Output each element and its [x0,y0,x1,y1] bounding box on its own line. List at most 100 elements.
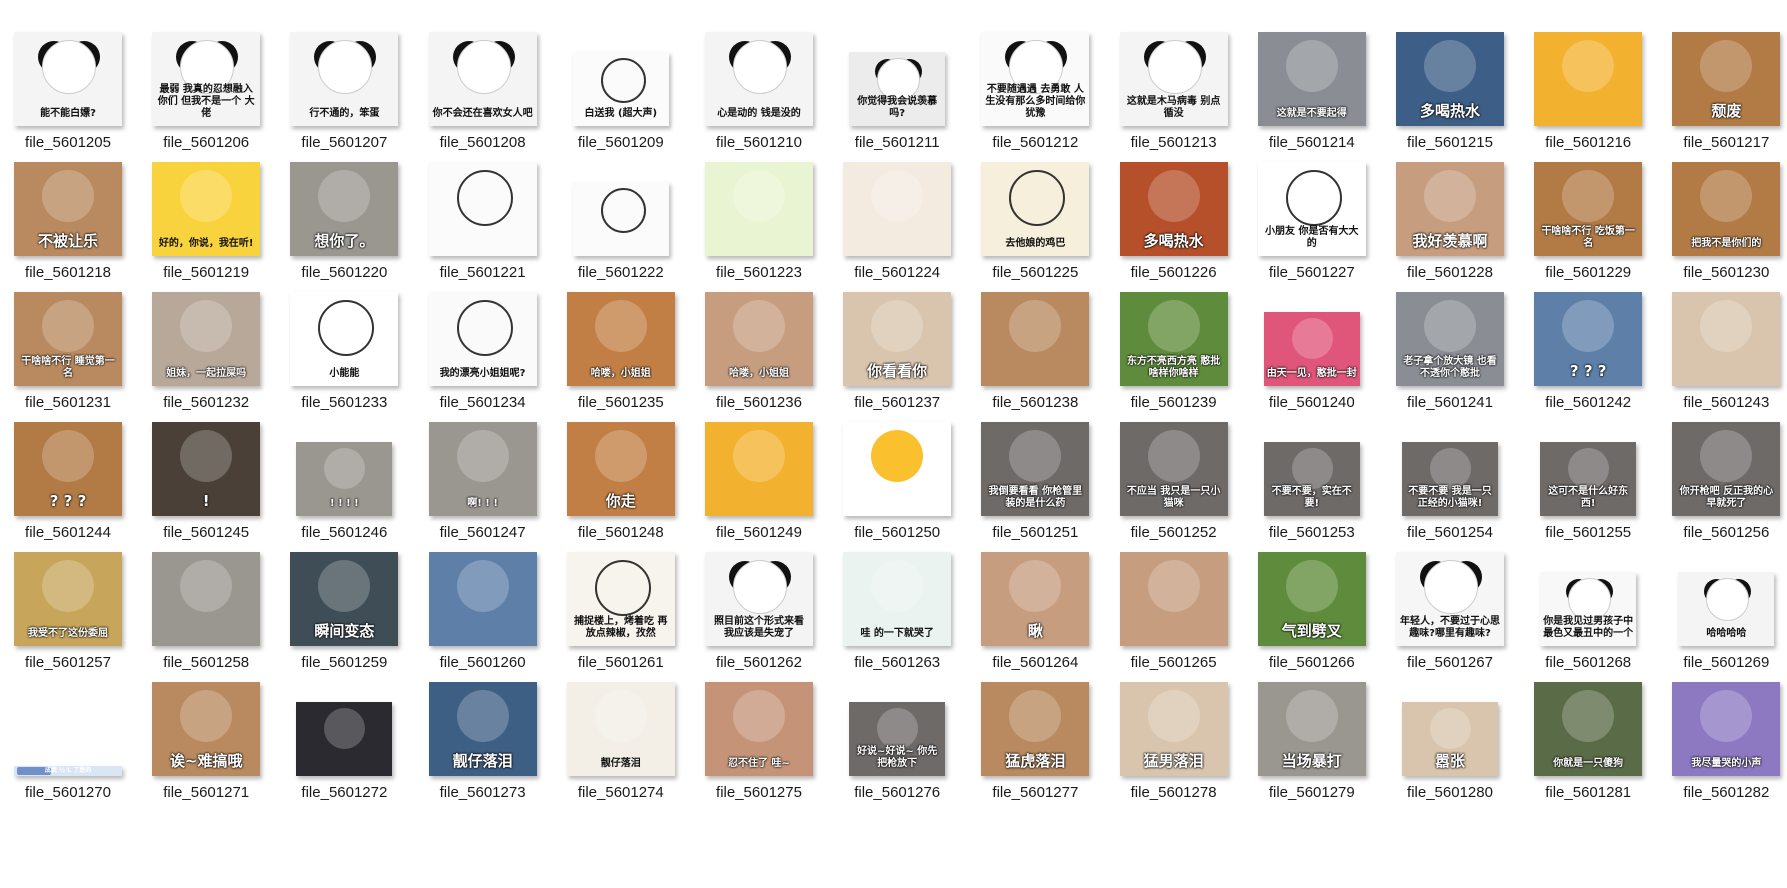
file-thumbnail: 想你了。 [290,162,399,256]
file-thumbnail: 你开枪吧 反正我的心早就死了 [1672,422,1781,516]
file-thumbnail: 照目前这个形式来看 我应该是失宠了 [705,552,813,646]
file-item[interactable]: 多喝热水 file_5601226 [1106,140,1242,285]
file-item[interactable]: 行不通的，笨蛋 file_5601207 [276,10,412,155]
file-item[interactable]: file_5601249 [691,400,827,545]
file-item[interactable]: 东方不亮西方亮 憨批啥样你啥样 file_5601239 [1106,270,1242,415]
file-item[interactable]: 你觉得我会说羡慕吗? file_5601211 [829,10,965,155]
thumbnail-caption: ? ? ? [49,492,87,510]
file-item[interactable]: file_5601272 [276,660,412,805]
file-item[interactable]: file_5601243 [1658,270,1787,415]
file-item[interactable]: 我尽量哭的小声 file_5601282 [1658,660,1787,805]
file-item[interactable]: 不要不要，实在不要! file_5601253 [1244,400,1380,545]
file-item[interactable]: 能不能白嫖? file_5601205 [0,10,136,155]
file-item[interactable]: 多喝热水 file_5601215 [1382,10,1518,155]
file-item[interactable]: 诶~难搞哦 file_5601271 [138,660,274,805]
file-item[interactable]: 去他娘的鸡巴 file_5601225 [967,140,1103,285]
thumbnail-figure [456,300,513,356]
file-item[interactable]: 姐妹，一起拉屎吗 file_5601232 [138,270,274,415]
file-item[interactable]: 不被让乐 file_5601218 [0,140,136,285]
file-item[interactable]: 这可不是什么好东西! file_5601255 [1520,400,1656,545]
file-item[interactable]: 想你了。 file_5601220 [276,140,412,285]
thumbnail-caption: 心是动的 钱是没的 [717,108,801,119]
file-item[interactable]: 小能能 file_5601233 [276,270,412,415]
file-item[interactable]: 年轻人，不要过于心思 趣味?哪里有趣味? file_5601267 [1382,530,1518,675]
file-item[interactable]: 当场暴打 file_5601279 [1244,660,1380,805]
thumbnail-frame: 你开枪吧 反正我的心早就死了 [1658,400,1787,518]
thumbnail-frame: ? ? ? [1520,270,1656,388]
thumbnail-caption: 成我 ½ L 了是的 [44,767,92,774]
file-name-label: file_5601277 [992,784,1079,801]
thumbnail-caption: 当场暴打 [1281,752,1342,770]
file-item[interactable]: 最弱 我真的忍想融入你们 但我不是一个 大佬 file_5601206 [138,10,274,155]
file-item[interactable]: 这就是木马病毒 别点循没 file_5601213 [1106,10,1242,155]
file-item[interactable]: 你走 file_5601248 [553,400,689,545]
file-item[interactable]: file_5601258 [138,530,274,675]
file-item[interactable]: 忍不住了 哇~ file_5601275 [691,660,827,805]
file-item[interactable]: 由天一见，憨批一封 file_5601240 [1244,270,1380,415]
thumbnail-frame: 我受不了这份委屈 [0,530,136,648]
thumbnail-frame: 不要随遇遇 去勇敢 人生没有那么多时间给你犹豫 [967,10,1103,128]
file-thumbnail: 啊! ! ! [428,422,537,516]
file-item[interactable]: ? ? ? file_5601242 [1520,270,1656,415]
file-item[interactable]: file_5601222 [553,140,689,285]
file-item[interactable]: 猛男落泪 file_5601278 [1106,660,1242,805]
file-item[interactable]: 颓废 file_5601217 [1658,10,1787,155]
file-item[interactable]: file_5601238 [967,270,1103,415]
thumbnail-frame: 白送我 (超大声) [553,10,689,128]
file-item[interactable]: 捕捉楼上，烤着吃 再放点辣椒，孜然 file_5601261 [553,530,689,675]
file-item[interactable]: 哈喽，小姐姐 file_5601236 [691,270,827,415]
file-item[interactable]: ! file_5601245 [138,400,274,545]
file-item[interactable]: 哈喽，小姐姐 file_5601235 [553,270,689,415]
file-item[interactable]: 照目前这个形式来看 我应该是失宠了 file_5601262 [691,530,827,675]
file-item[interactable]: 我的漂亮小姐姐呢? file_5601234 [415,270,551,415]
file-item[interactable]: 你不会还在喜欢女人吧 file_5601208 [415,10,551,155]
file-item[interactable]: file_5601216 [1520,10,1656,155]
file-item[interactable]: 瞬间变态 file_5601259 [276,530,412,675]
file-item[interactable]: 老子拿个放大镜 也看不透你个憨批 file_5601241 [1382,270,1518,415]
thumbnail-figure [1009,300,1062,352]
file-item[interactable]: 靓仔落泪 file_5601274 [553,660,689,805]
file-item[interactable]: file_5601224 [829,140,965,285]
file-item[interactable]: 瞅 file_5601264 [967,530,1103,675]
file-item[interactable]: 我好羡慕啊 file_5601228 [1382,140,1518,285]
file-item[interactable]: file_5601260 [415,530,551,675]
file-thumbnail: 不要不要 我是一只正经的小猫咪! [1402,442,1498,516]
file-item[interactable]: file_5601221 [415,140,551,285]
file-item[interactable]: 不应当 我只是一只小猫咪 file_5601252 [1106,400,1242,545]
file-item[interactable]: 这就是不要起得 file_5601214 [1244,10,1380,155]
file-item[interactable]: 靓仔落泪 file_5601273 [415,660,551,805]
file-thumbnail: 这就是不要起得 [1257,32,1366,126]
file-item[interactable]: 猛虎落泪 file_5601277 [967,660,1103,805]
file-item[interactable]: 把我不是你们的 file_5601230 [1658,140,1787,285]
thumbnail-figure [594,300,647,352]
file-item[interactable]: 你是我见过男孩子中 最色又最丑中的一个 file_5601268 [1520,530,1656,675]
thumbnail-frame: 不被让乐 [0,140,136,258]
file-item[interactable]: 干啥啥不行 睡觉第一名 file_5601231 [0,270,136,415]
file-item[interactable]: 你开枪吧 反正我的心早就死了 file_5601256 [1658,400,1787,545]
file-item[interactable]: 啊! ! ! file_5601247 [415,400,551,545]
file-item[interactable]: 不要随遇遇 去勇敢 人生没有那么多时间给你犹豫 file_5601212 [967,10,1103,155]
file-item[interactable]: 不要不要 我是一只正经的小猫咪! file_5601254 [1382,400,1518,545]
file-item[interactable]: 干啥啥不行 吃饭第一名 file_5601229 [1520,140,1656,285]
file-item[interactable]: 嚣张 file_5601280 [1382,660,1518,805]
file-item[interactable]: 小朋友 你是否有大大的 file_5601227 [1244,140,1380,285]
file-thumbnail: 把我不是你们的 [1672,162,1781,256]
file-item[interactable]: 好说~好说~ 你先把枪放下 file_5601276 [829,660,965,805]
file-item[interactable]: ? ? ? file_5601244 [0,400,136,545]
file-item[interactable]: 心是动的 钱是没的 file_5601210 [691,10,827,155]
file-item[interactable]: file_5601223 [691,140,827,285]
file-item[interactable]: 你看看你 file_5601237 [829,270,965,415]
file-item[interactable]: ! ! ! ! file_5601246 [276,400,412,545]
file-item[interactable]: 你就是一只傻狗 file_5601281 [1520,660,1656,805]
file-item[interactable]: 我受不了这份委屈 file_5601257 [0,530,136,675]
file-item[interactable]: file_5601265 [1106,530,1242,675]
file-item[interactable]: 气到劈叉 file_5601266 [1244,530,1380,675]
file-item[interactable]: 哈哈哈哈 file_5601269 [1658,530,1787,675]
file-item[interactable]: 白送我 (超大声) file_5601209 [553,10,689,155]
thumbnail-figure [42,430,94,482]
file-item[interactable]: file_5601250 [829,400,965,545]
file-item[interactable]: 成我 ½ L 了是的 file_5601270 [0,660,136,805]
file-item[interactable]: 我倒要看看 你枪管里装的是什么药 file_5601251 [967,400,1103,545]
file-item[interactable]: 哇 的一下就哭了 file_5601263 [829,530,965,675]
file-item[interactable]: 好的，你说，我在听! file_5601219 [138,140,274,285]
